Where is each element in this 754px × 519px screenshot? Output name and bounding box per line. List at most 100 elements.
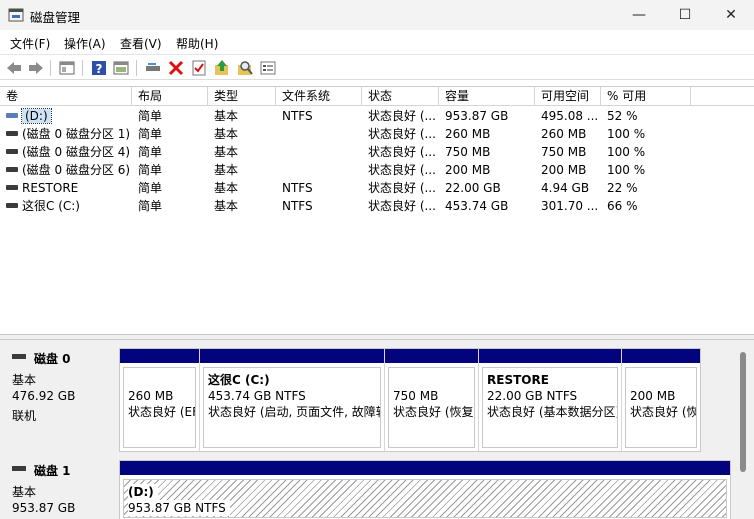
view-icon[interactable] [259, 59, 277, 77]
volume-filesystem [282, 125, 360, 143]
column-volume[interactable]: 卷 [0, 87, 132, 106]
disk-name: 磁盘 0 [12, 350, 71, 367]
disk-size: 476.92 GB [12, 389, 76, 403]
volume-status: 状态良好 (... [368, 199, 436, 213]
volume-status: 状态良好 (... [368, 127, 436, 141]
close-button[interactable]: ✕ [708, 0, 754, 30]
volume-capacity: 453.74 GB [445, 199, 509, 213]
menu-help[interactable]: 帮助(H) [176, 35, 218, 52]
volume-status: 状态良好 (... [368, 109, 436, 123]
menu-file[interactable]: 文件(F) [10, 35, 50, 52]
volume-row[interactable]: (磁盘 0 磁盘分区 4) 简单 基本 状态良好 (... 750 MB 750… [0, 143, 754, 161]
volume-name-cell: (磁盘 0 磁盘分区 6) [6, 161, 130, 179]
volume-row[interactable]: (磁盘 0 磁盘分区 6) 简单 基本 状态良好 (... 200 MB 200… [0, 161, 754, 179]
volume-layout: 简单 [138, 127, 163, 141]
column-type[interactable]: 类型 [208, 87, 276, 106]
console-icon[interactable] [112, 59, 130, 77]
volume-icon [6, 203, 18, 208]
vertical-scrollbar-thumb[interactable] [740, 352, 746, 472]
menu-view[interactable]: 查看(V) [120, 35, 162, 52]
partition-body: 200 MB 状态良好 (恢复分区) [625, 367, 697, 448]
disk-1-info[interactable]: 磁盘 1 基本 953.87 GB 联机 [4, 456, 116, 519]
partition-size: 200 MB [630, 389, 676, 403]
search-icon[interactable] [236, 59, 254, 77]
volume-icon [6, 167, 18, 172]
volume-row[interactable]: RESTORE 简单 基本 NTFS 状态良好 (... 22.00 GB 4.… [0, 179, 754, 197]
disk-state: 联机 [12, 409, 37, 423]
partition-title: 这很C (C:) [208, 373, 270, 387]
partition-status: 状态良好 (恢复分区) [630, 405, 696, 419]
partition-block[interactable]: (D:) 953.87 GB NTFS [120, 461, 730, 519]
partition-body: RESTORE 22.00 GB NTFS 状态良好 (基本数据分区) [482, 367, 618, 448]
toolbar-separator [50, 60, 51, 76]
disk-icon [12, 466, 26, 471]
partition-block[interactable]: RESTORE 22.00 GB NTFS 状态良好 (基本数据分区) [479, 349, 622, 451]
column-free-space[interactable]: 可用空间 [535, 87, 601, 106]
volume-layout: 简单 [138, 163, 163, 177]
volume-filesystem: NTFS [282, 109, 313, 123]
partition-block[interactable]: 200 MB 状态良好 (恢复分区) [622, 349, 700, 451]
disk-graphical-view: 磁盘 0 基本 476.92 GB 联机 260 MB 状态良好 (EFI 系统… [0, 340, 754, 519]
properties-icon[interactable] [58, 59, 76, 77]
partition-body: 这很C (C:) 453.74 GB NTFS 状态良好 (启动, 页面文件, … [203, 367, 381, 448]
volume-row[interactable]: 这很C (C:) 简单 基本 NTFS 状态良好 (... 453.74 GB … [0, 197, 754, 215]
partition-header-bar [479, 349, 621, 363]
volume-list: 卷 布局 类型 文件系统 状态 容量 可用空间 % 可用 (D:) 简单 基本 … [0, 86, 754, 334]
check-icon[interactable] [190, 59, 208, 77]
disk-icon [12, 354, 26, 359]
column-percent-free[interactable]: % 可用 [601, 87, 691, 106]
volume-capacity: 22.00 GB [445, 181, 501, 195]
volume-free-space: 301.70 ... [541, 199, 599, 213]
volume-icon [6, 113, 18, 118]
toolbar-separator [136, 60, 137, 76]
volume-layout: 简单 [138, 199, 163, 213]
partition-title [393, 372, 470, 388]
partition-header-bar [200, 349, 384, 363]
volume-name-cell: (D:) [6, 107, 130, 125]
column-header-row: 卷 布局 类型 文件系统 状态 容量 可用空间 % 可用 [0, 87, 754, 106]
volume-row[interactable]: (D:) 简单 基本 NTFS 状态良好 (... 953.87 GB 495.… [0, 107, 754, 125]
partition-body: 260 MB 状态良好 (EFI 系统分区) [123, 367, 196, 448]
partition-status: 状态良好 (启动, 页面文件, 故障转储, 基本数据分区) [208, 405, 380, 419]
connect-icon[interactable] [144, 59, 162, 77]
volume-name: (磁盘 0 磁盘分区 4) [22, 145, 130, 159]
volume-status: 状态良好 (... [368, 181, 436, 195]
volume-name-cell: 这很C (C:) [6, 197, 130, 215]
menu-action[interactable]: 操作(A) [64, 35, 106, 52]
minimize-button[interactable]: — [616, 0, 662, 30]
column-capacity[interactable]: 容量 [439, 87, 535, 106]
volume-layout: 简单 [138, 181, 163, 195]
back-icon[interactable] [5, 59, 23, 77]
disk-type: 基本 [12, 485, 37, 499]
maximize-button[interactable]: ☐ [662, 0, 708, 30]
partition-header-bar [120, 461, 730, 475]
partition-body: (D:) 953.87 GB NTFS [123, 479, 727, 518]
volume-name: RESTORE [22, 181, 79, 195]
column-filesystem[interactable]: 文件系统 [276, 87, 362, 106]
volume-type: 基本 [214, 127, 239, 141]
forward-icon[interactable] [27, 59, 45, 77]
up-icon[interactable] [213, 59, 231, 77]
disk-0-info[interactable]: 磁盘 0 基本 476.92 GB 联机 [4, 344, 116, 448]
partition-title [128, 372, 191, 388]
volume-percent-free: 22 % [607, 181, 638, 195]
help-icon[interactable]: ? [90, 59, 108, 77]
volume-name: (磁盘 0 磁盘分区 6) [22, 163, 130, 177]
column-status[interactable]: 状态 [362, 87, 439, 106]
delete-icon[interactable] [167, 59, 185, 77]
partition-block[interactable]: 260 MB 状态良好 (EFI 系统分区) [120, 349, 200, 451]
volume-row[interactable]: (磁盘 0 磁盘分区 1) 简单 基本 状态良好 (... 260 MB 260… [0, 125, 754, 143]
volume-free-space: 200 MB [541, 163, 587, 177]
column-layout[interactable]: 布局 [132, 87, 208, 106]
volume-icon [6, 131, 18, 136]
partition-size: 750 MB [393, 389, 439, 403]
toolbar: ? [0, 54, 754, 80]
volume-free-space: 495.08 ... [541, 109, 599, 123]
svg-text:?: ? [96, 62, 103, 76]
volume-capacity: 953.87 GB [445, 109, 509, 123]
volume-layout: 简单 [138, 109, 163, 123]
volume-type: 基本 [214, 163, 239, 177]
volume-capacity: 200 MB [445, 163, 491, 177]
partition-block[interactable]: 750 MB 状态良好 (恢复分区) [385, 349, 479, 451]
partition-block[interactable]: 这很C (C:) 453.74 GB NTFS 状态良好 (启动, 页面文件, … [200, 349, 385, 451]
